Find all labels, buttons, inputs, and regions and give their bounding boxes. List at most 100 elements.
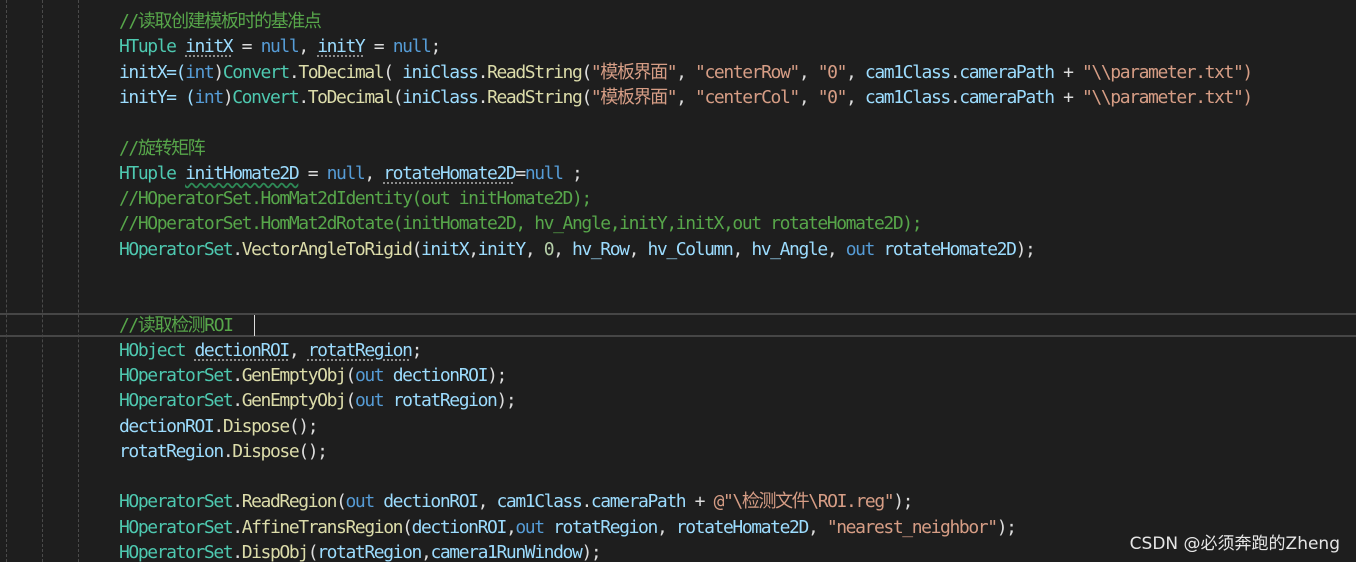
punctuation: ,	[798, 87, 818, 108]
method: ToDecimal	[307, 87, 394, 108]
variable: cam1Class	[496, 491, 583, 512]
method: ReadString	[487, 62, 583, 83]
type-name: HOperatorSet	[119, 491, 234, 512]
variable: cameraPath	[959, 87, 1055, 108]
operator: +	[1053, 62, 1082, 83]
punctuation: .	[222, 441, 234, 462]
type-name: HObject	[119, 340, 186, 361]
variable: iniClass	[402, 87, 479, 108]
punctuation: (	[345, 365, 357, 386]
string: "centerRow"	[695, 62, 800, 83]
code-line[interactable]: HObject dectionROI, rotatRegion;	[119, 338, 422, 363]
variable: initHomate2D	[185, 163, 300, 184]
operator: =	[515, 163, 526, 184]
comment: //读取检测ROI	[119, 315, 234, 336]
keyword: out	[354, 365, 385, 386]
assignment: initX=(	[119, 62, 186, 83]
variable: initY	[317, 36, 366, 57]
indent-guide	[42, 0, 43, 562]
code-line[interactable]: HOperatorSet.AffineTransRegion(dectionRO…	[119, 515, 1017, 540]
keyword: out	[845, 239, 876, 260]
code-line[interactable]: //读取创建模板时的基准点	[119, 9, 322, 34]
method: Dispose	[232, 441, 299, 462]
punctuation: ;	[562, 163, 583, 184]
code-line[interactable]: //HOperatorSet.HomMat2dIdentity(out init…	[119, 186, 592, 211]
punctuation: ,	[676, 87, 696, 108]
punctuation: )	[213, 62, 224, 83]
operator: =	[364, 36, 393, 57]
text-caret	[254, 315, 255, 336]
variable: cam1Class	[864, 87, 951, 108]
code-line[interactable]: //HOperatorSet.HomMat2dRotate(initHomate…	[119, 211, 923, 236]
punctuation: );	[496, 390, 517, 411]
punctuation: ,	[524, 239, 544, 260]
method: GenEmptyObj	[241, 365, 347, 386]
code-line[interactable]: HOperatorSet.GenEmptyObj(out dectionROI)…	[119, 363, 507, 388]
code-line[interactable]: //旋转矩阵	[119, 136, 206, 161]
type-name: HOperatorSet	[119, 239, 234, 260]
assignment: initY= (	[119, 87, 196, 108]
punctuation: (	[581, 87, 592, 108]
variable: initX	[421, 239, 470, 260]
code-editor[interactable]: //读取创建模板时的基准点 HTuple initX = null, initY…	[0, 0, 1356, 562]
code-line[interactable]: HOperatorSet.VectorAngleToRigid(initX,in…	[119, 237, 1036, 262]
keyword: null	[524, 163, 564, 184]
punctuation: );	[893, 491, 913, 512]
keyword: out	[345, 491, 376, 512]
punctuation: ();	[288, 416, 319, 437]
punctuation: .	[232, 542, 243, 562]
keyword: null	[392, 36, 432, 57]
string: @"\检测文件\ROI.reg"	[713, 491, 895, 512]
punctuation: (	[402, 517, 413, 538]
code-line[interactable]: initY= (int)Convert.ToDecimal(iniClass.R…	[119, 85, 1253, 110]
type-name: Convert	[232, 87, 299, 108]
keyword: null	[260, 36, 300, 57]
punctuation: (	[392, 87, 404, 108]
variable: cam1Class	[864, 62, 951, 83]
keyword: null	[326, 163, 366, 184]
variable: rotatRegion	[317, 542, 422, 562]
punctuation: .	[477, 87, 489, 108]
method: ReadString	[487, 87, 583, 108]
punctuation: .	[232, 491, 243, 512]
watermark: CSDN @必须奔跑的Zheng	[1129, 534, 1340, 554]
code-line[interactable]: HOperatorSet.DispObj(rotatRegion,camera1…	[119, 540, 602, 562]
string: "\\parameter.txt")	[1081, 87, 1253, 108]
variable: rotateHomate2D	[883, 239, 1017, 260]
punctuation: ,	[505, 517, 517, 538]
indent-guide	[6, 0, 7, 562]
punctuation: ,	[628, 239, 648, 260]
comment: //HOperatorSet.HomMat2dRotate(initHomate…	[119, 213, 923, 234]
punctuation: ,	[798, 62, 818, 83]
punctuation: ,	[298, 36, 318, 57]
code-line[interactable]: HTuple initHomate2D = null, rotateHomate…	[119, 161, 583, 186]
variable: dectionROI	[194, 340, 291, 361]
variable: hv_Row	[572, 239, 630, 260]
comment: //读取创建模板时的基准点	[119, 11, 322, 32]
method: ToDecimal	[298, 62, 384, 83]
code-line[interactable]: //读取检测ROI	[119, 313, 234, 338]
code-line[interactable]: initX=(int)Convert.ToDecimal( iniClass.R…	[119, 60, 1253, 85]
code-line[interactable]: HOperatorSet.GenEmptyObj(out rotatRegion…	[119, 388, 517, 413]
code-line[interactable]: dectionROI.Dispose();	[119, 414, 319, 439]
operator: +	[685, 491, 714, 512]
code-line[interactable]: rotatRegion.Dispose();	[119, 439, 328, 464]
variable: rotateHomate2D	[675, 517, 810, 538]
punctuation: ,	[553, 239, 572, 260]
punctuation: );	[996, 517, 1017, 538]
string: "nearest_neighbor"	[826, 517, 998, 538]
variable: cameraPath	[590, 491, 687, 512]
string: "\\parameter.txt")	[1081, 62, 1253, 83]
string: "模板界面"	[590, 62, 678, 83]
operator: +	[1053, 87, 1082, 108]
variable: rotateHomate2D	[383, 163, 517, 184]
punctuation: ();	[298, 441, 328, 462]
punctuation: (	[411, 239, 423, 260]
punctuation: .	[288, 62, 300, 83]
code-line[interactable]: HOperatorSet.ReadRegion(out dectionROI, …	[119, 489, 913, 514]
code-line[interactable]: HTuple initX = null, initY = null;	[119, 34, 441, 59]
punctuation: .	[232, 239, 243, 260]
